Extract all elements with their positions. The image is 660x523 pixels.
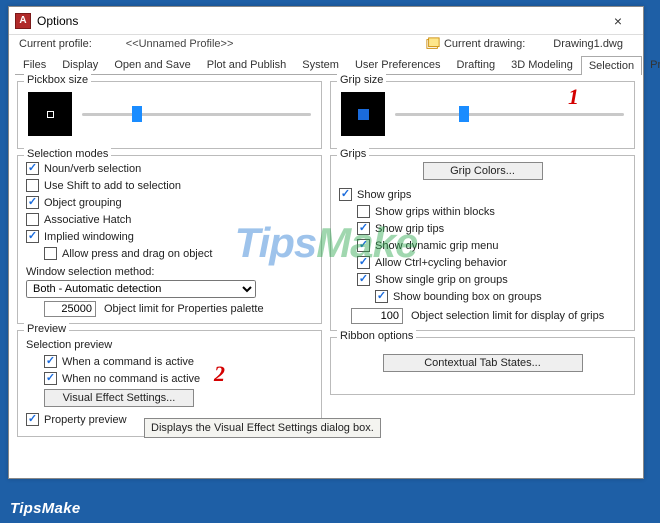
pickbox-slider[interactable] — [82, 105, 311, 123]
label-associative-hatch: Associative Hatch — [44, 214, 131, 226]
checkbox-grip-tips[interactable] — [357, 222, 370, 235]
checkbox-press-drag[interactable] — [44, 247, 57, 260]
checkbox-shift-add[interactable] — [26, 179, 39, 192]
left-column: Pickbox size Selection modes Noun/verb s… — [17, 81, 322, 443]
ribbon-options-title: Ribbon options — [337, 330, 416, 342]
selection-modes-group: Selection modes Noun/verb selection Use … — [17, 155, 322, 324]
window-title: Options — [37, 14, 599, 28]
tab-plot-and-publish[interactable]: Plot and Publish — [199, 55, 295, 74]
gripbox-preview — [341, 92, 385, 136]
object-limit-spin[interactable] — [44, 301, 96, 317]
label-object-grouping: Object grouping — [44, 197, 122, 209]
current-profile-label: Current profile: — [19, 38, 92, 50]
current-profile-name: <<Unnamed Profile>> — [126, 38, 234, 50]
tab-drafting[interactable]: Drafting — [449, 55, 504, 74]
grip-limit-spin[interactable] — [351, 308, 403, 324]
annotation-2: 2 — [214, 361, 225, 387]
checkbox-cmd-active[interactable] — [44, 355, 57, 368]
page-footer: TipsMake — [10, 500, 81, 517]
grip-size-group: Grip size 1 — [330, 81, 635, 149]
grip-size-title: Grip size — [337, 74, 386, 86]
label-grips-blocks: Show grips within blocks — [375, 206, 495, 218]
label-single-grip: Show single grip on groups — [375, 274, 508, 286]
titlebar: A Options × — [9, 7, 643, 35]
preview-title: Preview — [24, 323, 69, 335]
label-show-grips: Show grips — [357, 189, 411, 201]
selection-modes-title: Selection modes — [24, 148, 111, 160]
grip-limit-label: Object selection limit for display of gr… — [411, 310, 604, 322]
window-selection-label: Window selection method: — [26, 266, 313, 278]
tooltip-ves: Displays the Visual Effect Settings dial… — [144, 418, 381, 438]
selection-preview-label: Selection preview — [26, 339, 313, 351]
checkbox-bbox-groups[interactable] — [375, 290, 388, 303]
tab-content: Pickbox size Selection modes Noun/verb s… — [9, 75, 643, 445]
label-property-preview: Property preview — [44, 414, 127, 426]
current-drawing-label: Current drawing: — [444, 38, 525, 50]
label-noun-verb: Noun/verb selection — [44, 163, 141, 175]
tab-user-preferences[interactable]: User Preferences — [347, 55, 449, 74]
label-bbox-groups: Show bounding box on groups — [393, 291, 542, 303]
visual-effect-settings-button[interactable]: Visual Effect Settings... — [44, 389, 194, 407]
checkbox-associative-hatch[interactable] — [26, 213, 39, 226]
profile-bar: Current profile: <<Unnamed Profile>> Cur… — [9, 35, 643, 55]
checkbox-implied-windowing[interactable] — [26, 230, 39, 243]
tab-strip: Files Display Open and Save Plot and Pub… — [15, 55, 637, 75]
autocad-icon: A — [15, 13, 31, 29]
pickbox-size-title: Pickbox size — [24, 74, 91, 86]
pickbox-size-group: Pickbox size — [17, 81, 322, 149]
checkbox-noun-verb[interactable] — [26, 162, 39, 175]
label-implied-windowing: Implied windowing — [44, 231, 134, 243]
checkbox-no-cmd-active[interactable] — [44, 372, 57, 385]
gripsize-slider[interactable] — [395, 105, 624, 123]
checkbox-show-grips[interactable] — [339, 188, 352, 201]
annotation-1: 1 — [568, 84, 579, 110]
label-shift-add: Use Shift to add to selection — [44, 180, 181, 192]
label-no-cmd-active: When no command is active — [62, 373, 200, 385]
checkbox-dynamic-menu[interactable] — [357, 239, 370, 252]
current-drawing-name: Drawing1.dwg — [553, 38, 623, 50]
label-press-drag: Allow press and drag on object — [62, 248, 212, 260]
right-column: Grip size 1 Grips Grip Colors... Show gr… — [330, 81, 635, 443]
tab-profiles[interactable]: Profiles — [642, 55, 660, 74]
checkbox-property-preview[interactable] — [26, 413, 39, 426]
tab-display[interactable]: Display — [54, 55, 106, 74]
tab-selection[interactable]: Selection — [581, 56, 642, 75]
checkbox-single-grip[interactable] — [357, 273, 370, 286]
preview-group: Preview Selection preview When a command… — [17, 330, 322, 437]
checkbox-object-grouping[interactable] — [26, 196, 39, 209]
tab-open-and-save[interactable]: Open and Save — [106, 55, 198, 74]
checkbox-grips-blocks[interactable] — [357, 205, 370, 218]
contextual-tab-states-button[interactable]: Contextual Tab States... — [383, 354, 583, 372]
grip-colors-button[interactable]: Grip Colors... — [423, 162, 543, 180]
grips-title: Grips — [337, 148, 369, 160]
label-grip-tips: Show grip tips — [375, 223, 444, 235]
close-button[interactable]: × — [599, 9, 637, 33]
window-selection-combo[interactable]: Both - Automatic detection — [26, 280, 256, 298]
tab-3d-modeling[interactable]: 3D Modeling — [503, 55, 581, 74]
checkbox-ctrl-cycle[interactable] — [357, 256, 370, 269]
pickbox-preview — [28, 92, 72, 136]
tab-files[interactable]: Files — [15, 55, 54, 74]
tab-system[interactable]: System — [294, 55, 347, 74]
ribbon-options-group: Ribbon options Contextual Tab States... — [330, 337, 635, 395]
options-dialog: A Options × Current profile: <<Unnamed P… — [8, 6, 644, 479]
object-limit-label: Object limit for Properties palette — [104, 303, 264, 315]
drawing-icon — [426, 37, 440, 51]
label-cmd-active: When a command is active — [62, 356, 194, 368]
grips-group: Grips Grip Colors... Show grips Show gri… — [330, 155, 635, 331]
label-ctrl-cycle: Allow Ctrl+cycling behavior — [375, 257, 507, 269]
label-dynamic-menu: Show dynamic grip menu — [375, 240, 499, 252]
